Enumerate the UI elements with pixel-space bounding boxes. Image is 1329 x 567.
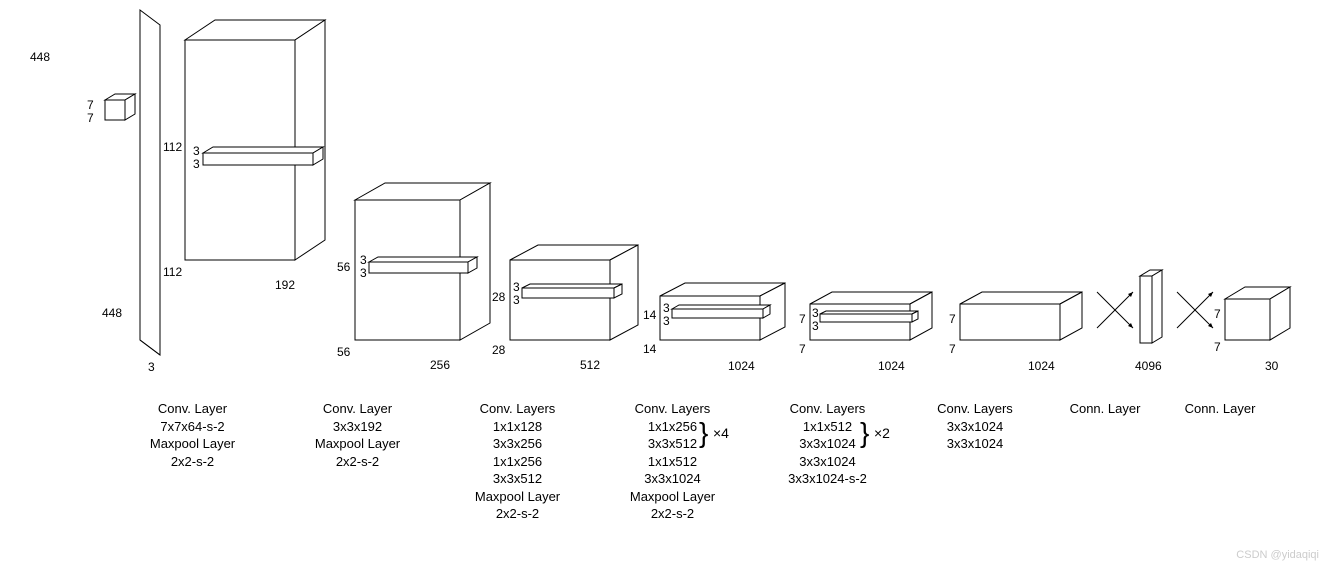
brace-x4: } (699, 414, 708, 452)
b3-fh: 3 (360, 253, 367, 267)
b6-depth: 1024 (878, 359, 905, 373)
mult-x4: ×4 (713, 424, 729, 443)
captions: Conv. Layer 7x7x64-s-2 Maxpool Layer 2x2… (10, 380, 1310, 523)
b5-bot-w: 14 (643, 342, 656, 356)
b5-fh: 3 (663, 301, 670, 315)
b4-top-h: 28 (492, 290, 505, 304)
b1-bot-w: 448 (102, 306, 122, 320)
caption-8: Conn. Layer (1165, 400, 1275, 523)
b3-top-h: 56 (337, 260, 350, 274)
b2-depth: 192 (275, 278, 295, 292)
block-conv3: 28 28 512 3 3 (510, 240, 660, 385)
caption-2: Conv. Layer 3x3x192 Maxpool Layer 2x2-s-… (275, 400, 440, 523)
b4-fw: 3 (513, 293, 520, 307)
block-conv6: 7 7 1024 (960, 290, 1110, 385)
block-fc1: 4096 (1140, 268, 1180, 373)
b1-depth: 3 (148, 360, 155, 374)
b9-bot-w: 7 (1214, 340, 1221, 354)
b6-top-h: 7 (799, 312, 806, 326)
caption-3: Conv. Layers 1x1x128 3x3x256 1x1x256 3x3… (440, 400, 595, 523)
block-conv5: 7 7 1024 3 3 (810, 290, 960, 385)
mult-x2: ×2 (874, 424, 890, 443)
caption-6: Conv. Layers 3x3x1024 3x3x1024 (905, 400, 1045, 523)
caption-4: Conv. Layers 1x1x256 3x3x512 1x1x512 3x3… (595, 400, 750, 523)
architecture-diagram: 448 448 3 7 7 112 112 192 3 3 (10, 10, 1310, 380)
b2-top-h: 112 (163, 140, 182, 154)
caption-7: Conn. Layer (1045, 400, 1165, 523)
block-input: 448 448 3 7 7 (40, 10, 190, 375)
b9-depth: 30 (1265, 359, 1278, 373)
b4-fh: 3 (513, 280, 520, 294)
b1-fw: 7 (87, 111, 94, 125)
b7-bot-w: 7 (949, 342, 956, 356)
b1-top-h: 448 (30, 50, 50, 64)
block-conv2: 56 56 256 3 3 (355, 175, 515, 385)
b5-fw: 3 (663, 314, 670, 328)
b4-depth: 512 (580, 358, 600, 372)
b6-fh: 3 (812, 306, 819, 320)
b3-fw: 3 (360, 266, 367, 280)
b2-bot-w: 112 (163, 265, 182, 279)
b5-top-h: 14 (643, 308, 656, 322)
watermark: CSDN @yidaqiqi (1236, 549, 1319, 561)
b9-top-h: 7 (1214, 307, 1221, 321)
b3-depth: 256 (430, 358, 450, 372)
b1-fh: 7 (87, 98, 94, 112)
b2-fh: 3 (193, 144, 200, 158)
b7-depth: 1024 (1028, 359, 1055, 373)
b6-fw: 3 (812, 319, 819, 333)
b7-top-h: 7 (949, 312, 956, 326)
b8-depth: 4096 (1135, 359, 1162, 373)
b5-depth: 1024 (728, 359, 755, 373)
caption-5: Conv. Layers 1x1x512 3x3x1024 3x3x1024 3… (750, 400, 905, 523)
brace-x2: } (860, 414, 869, 452)
b6-bot-w: 7 (799, 342, 806, 356)
b2-fw: 3 (193, 157, 200, 171)
block-output: 7 7 30 (1225, 285, 1315, 370)
fc-cross-1 (1095, 290, 1135, 330)
caption-1: Conv. Layer 7x7x64-s-2 Maxpool Layer 2x2… (110, 400, 275, 523)
b3-bot-w: 56 (337, 345, 350, 359)
fc-cross-2 (1175, 290, 1215, 330)
b4-bot-w: 28 (492, 343, 505, 357)
block-conv4: 14 14 1024 3 3 (660, 280, 810, 385)
